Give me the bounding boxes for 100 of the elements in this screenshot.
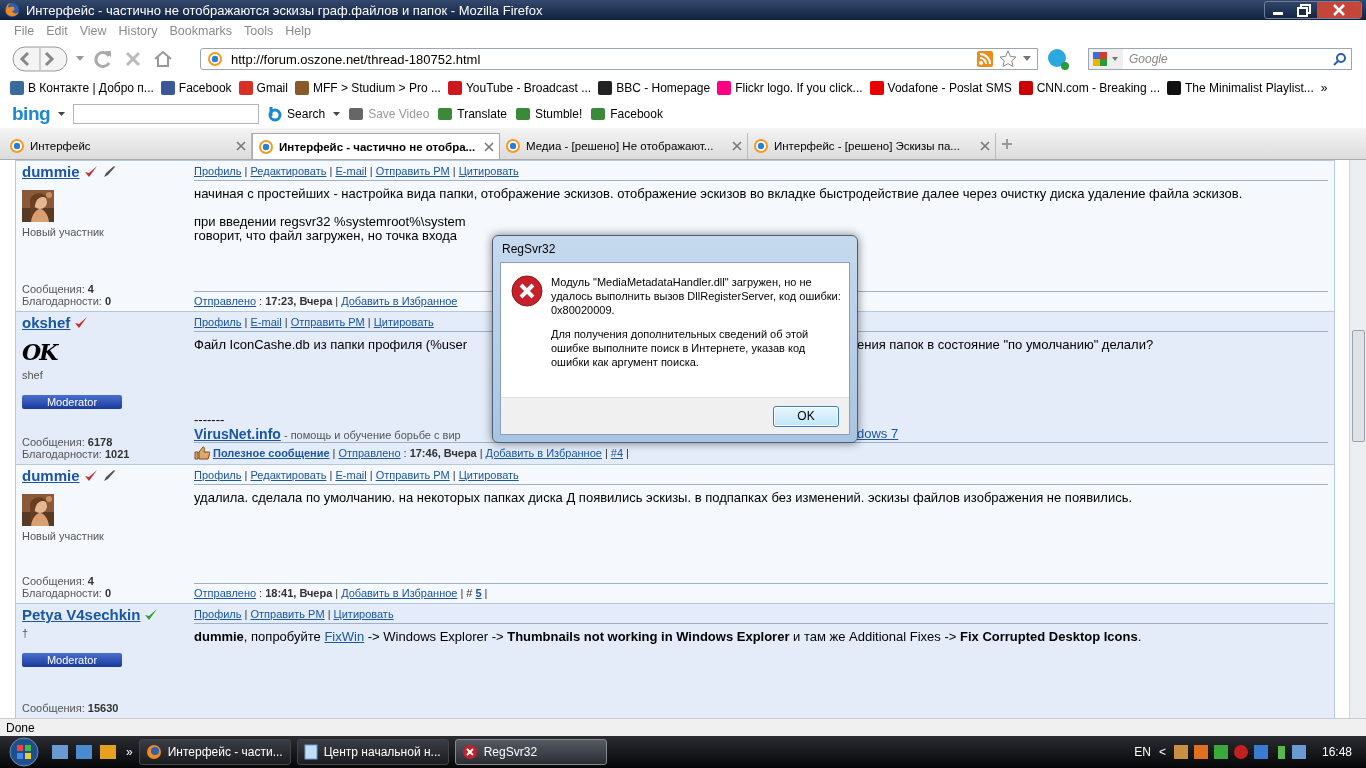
site-icon <box>9 138 25 154</box>
search-icon[interactable] <box>1333 52 1347 66</box>
b-icon <box>267 106 284 122</box>
text-link[interactable]: FixWin <box>324 629 365 644</box>
text-link[interactable]: E-mail <box>335 469 367 481</box>
bookmark[interactable]: CNN.com - Breaking ... <box>1018 81 1160 95</box>
text-link[interactable]: Отправлено <box>194 295 257 307</box>
message-text: говорит, что файл загружен, но точка входа <box>194 228 458 243</box>
scrollbar[interactable] <box>1349 160 1366 718</box>
text-link[interactable]: Полезное сообщение <box>213 447 330 459</box>
toolbar-search-field[interactable] <box>73 104 260 124</box>
text-link[interactable]: Профиль <box>194 165 242 177</box>
text-link[interactable]: Цитировать <box>373 316 434 328</box>
clock[interactable]: 16:48 <box>1321 745 1352 759</box>
square-icon <box>348 106 365 122</box>
text-link[interactable]: Добавить в Избранное <box>485 447 602 459</box>
rss-icon[interactable] <box>977 51 993 67</box>
text-link[interactable]: Отправить PM <box>250 608 325 620</box>
bookmark[interactable]: В Контакте | Добро п... <box>10 81 154 95</box>
menu-item[interactable]: Bookmarks <box>163 24 238 38</box>
username-link[interactable]: dummie <box>22 467 80 484</box>
tray-expand[interactable]: < <box>1158 745 1166 759</box>
toolbar-logo: bing <box>12 103 51 125</box>
dialog-title: RegSvr32 <box>501 241 557 258</box>
site-icon <box>505 138 521 154</box>
text-link[interactable]: Отправить PM <box>375 469 450 481</box>
text-link[interactable]: Добавить в Избранное <box>341 295 458 307</box>
text-link[interactable]: 5 <box>475 587 482 599</box>
address-bar[interactable]: http://forum.oszone.net/thread-180752.html <box>200 48 1038 70</box>
bookmark[interactable]: Flickr logo. If you click... <box>717 81 863 95</box>
username-link[interactable]: Petya V4sechkin <box>22 606 141 623</box>
caret-icon[interactable] <box>333 111 341 117</box>
toolbar-button[interactable]: Translate <box>437 106 507 122</box>
browser-tab[interactable]: Интерфейс - [решено] Эскизы па... <box>748 133 996 159</box>
caret-icon[interactable] <box>1023 56 1031 62</box>
text-link[interactable]: Отправлено <box>338 447 401 459</box>
home-icon[interactable] <box>152 48 174 70</box>
search-bar[interactable]: Google <box>1088 48 1352 70</box>
menu-item[interactable]: Tools <box>238 24 280 38</box>
close-icon[interactable] <box>484 141 494 152</box>
menu-item[interactable]: Help <box>279 24 317 38</box>
bookmark[interactable]: BBC - Homepage <box>598 81 711 95</box>
bookmark[interactable]: The Minimalist Playlist... <box>1167 81 1314 95</box>
language-indicator[interactable]: EN <box>1134 745 1151 759</box>
close-icon[interactable] <box>236 141 246 151</box>
close-icon[interactable] <box>1317 2 1361 18</box>
post-actions: Профиль | Отправить PM | Цитировать <box>194 608 1328 624</box>
toolbar-button[interactable]: Facebook <box>590 106 663 122</box>
error-icon <box>511 275 543 307</box>
text-link[interactable]: #4 <box>610 447 624 459</box>
text-link[interactable]: Профиль <box>194 469 242 481</box>
text-link[interactable]: Профиль <box>194 608 242 620</box>
taskbar-button[interactable]: Центр начальной н... <box>296 739 449 765</box>
search-button[interactable]: Search <box>267 106 326 122</box>
text-link[interactable]: E-mail <box>335 165 367 177</box>
bookmark[interactable]: MFF > Studium > Pro ... <box>294 81 441 95</box>
text-link[interactable]: Отправить PM <box>290 316 365 328</box>
bookmark[interactable]: Gmail <box>238 81 288 95</box>
address-field[interactable]: http://forum.oszone.net/thread-180752.html <box>229 50 971 68</box>
text-link[interactable]: Редактировать <box>250 165 327 177</box>
more-bookmarks[interactable]: » <box>1320 81 1328 95</box>
close-icon[interactable] <box>732 141 742 151</box>
close-icon[interactable] <box>980 141 990 151</box>
browser-tab[interactable]: Медиа - [решено] Не отображают... <box>500 133 748 159</box>
text-link[interactable]: E-mail <box>250 316 282 328</box>
menu-item[interactable]: View <box>73 24 113 38</box>
grid-icon[interactable] <box>1089 49 1123 69</box>
text-link[interactable]: Цитировать <box>458 469 519 481</box>
text-link[interactable]: Добавить в Избранное <box>341 587 458 599</box>
bookmark[interactable]: Vodafone - Poslat SMS <box>869 81 1012 95</box>
username-link[interactable]: okshef <box>22 314 71 331</box>
star-icon[interactable] <box>999 50 1017 68</box>
back-forward-icon[interactable] <box>12 45 68 73</box>
error-icon <box>461 744 478 760</box>
menu-item[interactable]: History <box>112 24 164 38</box>
toolbar-button[interactable]: Stumble! <box>514 106 583 122</box>
bookmark[interactable]: Facebook <box>160 81 232 95</box>
reload-icon[interactable] <box>92 48 114 70</box>
ok-button[interactable]: OK <box>773 405 839 427</box>
square-icon <box>514 106 531 122</box>
text-link[interactable]: Редактировать <box>250 469 327 481</box>
text-link[interactable]: dows 7 <box>857 426 899 441</box>
signature-text: - помощь и обучение борьбе с вир <box>282 429 461 441</box>
post-message: dummie, попробуйте FixWin -> Windows Explorer -> Thumbnails not working in Windows Explorer и там же Additional Fixes -> Fix Corrupted Desktop Icons. <box>194 630 1143 644</box>
taskbar-button[interactable]: RegSvr32 <box>454 739 607 765</box>
browser-tab[interactable]: Интерфейс <box>4 133 252 159</box>
site-icon <box>753 138 769 154</box>
bookmark[interactable]: YouTube - Broadcast ... <box>447 81 592 95</box>
browser-tab[interactable]: Интерфейс - частично не отобра... <box>252 133 500 159</box>
more-launchers[interactable]: » <box>126 745 133 759</box>
taskbar-button[interactable]: Интерфейс - части... <box>138 739 291 765</box>
text-link[interactable]: Профиль <box>194 316 242 328</box>
site-link[interactable]: VirusNet.info <box>194 426 281 442</box>
user-rank: Новый участник <box>22 530 105 542</box>
caret-icon[interactable] <box>58 111 66 117</box>
text-link[interactable]: Цитировать <box>333 608 394 620</box>
text-link[interactable]: Цитировать <box>458 165 519 177</box>
text-link[interactable]: Отправлено <box>194 587 257 599</box>
username-link[interactable]: dummie <box>22 163 80 180</box>
text-link[interactable]: Отправить PM <box>375 165 450 177</box>
